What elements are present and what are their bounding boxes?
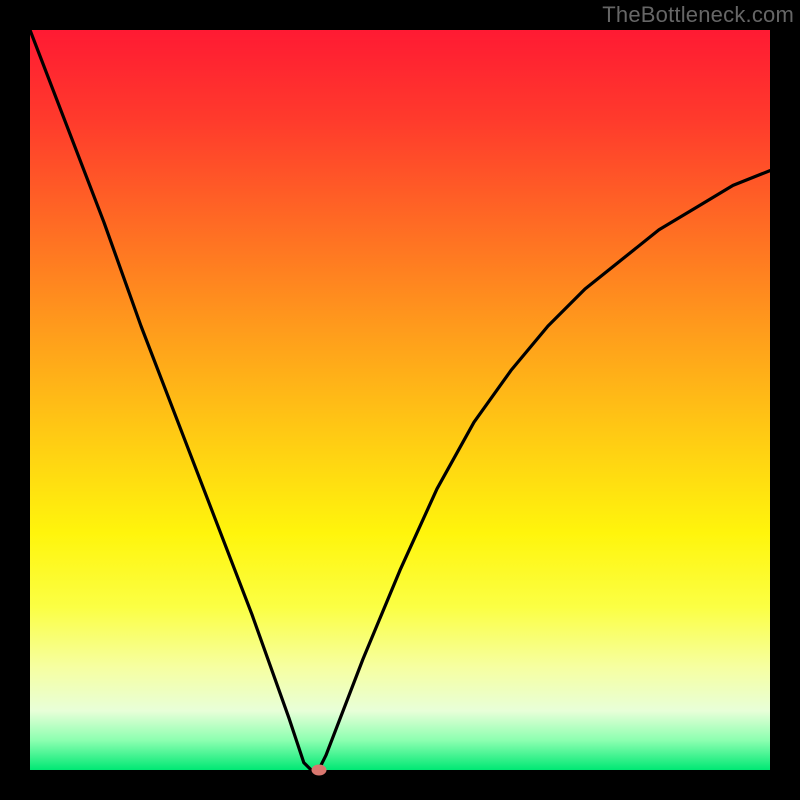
minimum-marker (311, 765, 326, 776)
curve-path (30, 30, 770, 770)
watermark-text: TheBottleneck.com (602, 2, 794, 28)
plot-area (30, 30, 770, 770)
bottleneck-curve (30, 30, 770, 770)
